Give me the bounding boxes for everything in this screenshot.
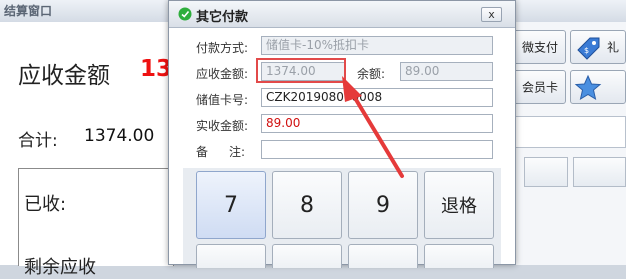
member-card-label: 会员卡: [522, 80, 559, 95]
gift-label: 礼: [607, 40, 620, 55]
keypad-key[interactable]: [424, 244, 494, 268]
wechat-pay-label: 微支付: [522, 40, 559, 55]
total-value: 1374.00: [84, 126, 155, 146]
star-icon: [574, 74, 602, 101]
close-icon: x: [488, 8, 495, 21]
member-card-button[interactable]: 会员卡: [512, 70, 566, 104]
dialog-titlebar: 其它付款 x: [169, 1, 515, 28]
key-7[interactable]: 7: [196, 171, 266, 239]
svg-text:$: $: [584, 46, 589, 55]
payment-amount-input[interactable]: [512, 116, 626, 148]
gift-tag-icon: $: [577, 37, 600, 60]
payment-method-field: 储值卡-10%抵扣卡: [261, 36, 493, 55]
app-logo-icon: [178, 7, 192, 21]
numeric-keypad: 7 8 9 退格: [183, 168, 501, 268]
other-payment-dialog: 其它付款 x 付款方式: 储值卡-10%抵扣卡 应收金额: 1374.00 余额…: [168, 0, 516, 268]
actual-amount-field[interactable]: 89.00: [261, 114, 493, 133]
card-number-field[interactable]: CZK201908090008: [261, 88, 493, 107]
remark-field[interactable]: [261, 140, 493, 159]
total-label: 合计:: [18, 131, 58, 151]
keypad-key[interactable]: [196, 244, 266, 268]
keypad-key[interactable]: [272, 244, 342, 268]
received-label: 已收:: [24, 194, 67, 215]
background-window-title: 结算窗口: [4, 4, 53, 18]
side-key[interactable]: [524, 157, 568, 187]
wechat-pay-button[interactable]: 微支付: [512, 30, 566, 64]
backspace-key[interactable]: 退格: [424, 171, 494, 239]
dialog-title: 其它付款: [196, 10, 249, 25]
remark-label-part2: 注:: [229, 145, 246, 159]
key-8[interactable]: 8: [272, 171, 342, 239]
key-9[interactable]: 9: [348, 171, 418, 239]
keypad-key[interactable]: [348, 244, 418, 268]
balance-field: 89.00: [400, 62, 493, 81]
gift-card-button[interactable]: $ 礼: [570, 30, 626, 64]
remaining-label: 剩余应收: [24, 257, 96, 278]
close-button[interactable]: x: [481, 7, 502, 22]
card-number-label: 储值卡号:: [196, 93, 249, 107]
balance-label: 余额:: [357, 67, 386, 81]
receivable-label: 应收金额: [18, 63, 110, 89]
side-key[interactable]: [573, 157, 626, 187]
payment-method-label: 付款方式:: [196, 41, 249, 55]
receivable-amount-label: 应收金额:: [196, 67, 249, 81]
remark-label-part1: 备: [196, 145, 209, 159]
received-panel: [18, 168, 174, 266]
actual-amount-label: 实收金额:: [196, 119, 249, 133]
annotation-highlight-box: [256, 58, 346, 83]
favorite-button[interactable]: [570, 70, 626, 104]
